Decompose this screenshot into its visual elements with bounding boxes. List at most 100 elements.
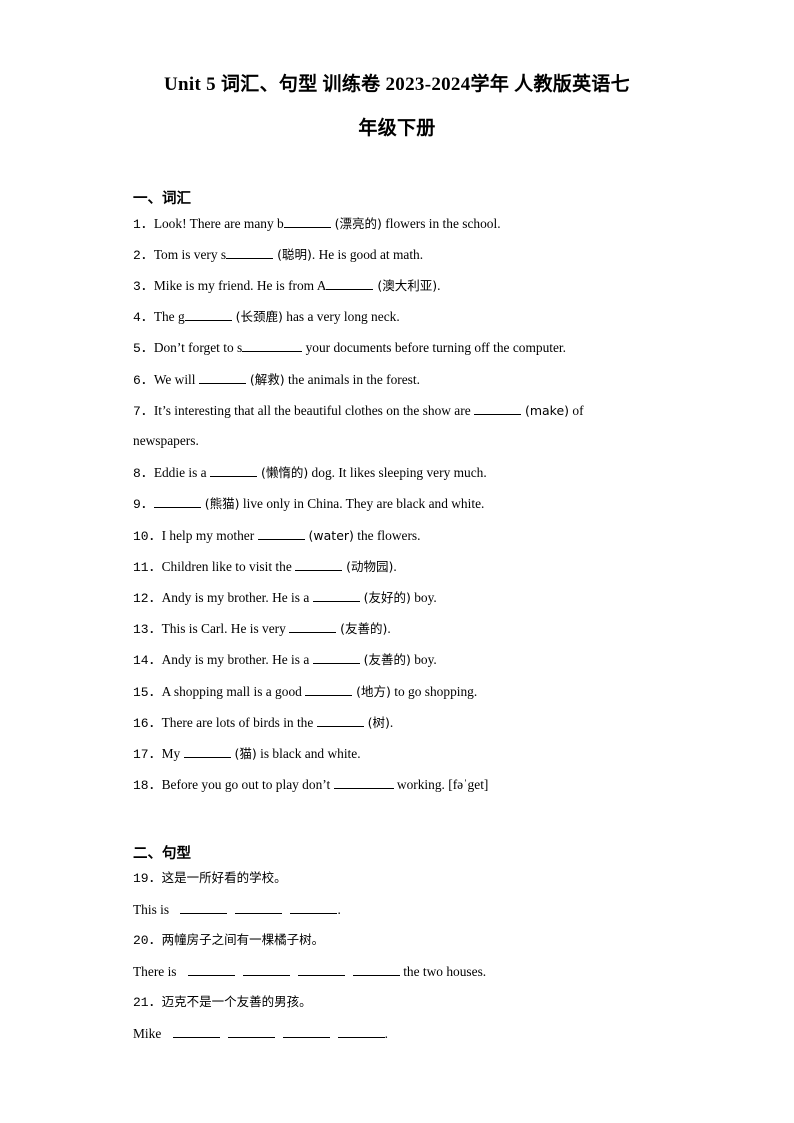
- answer-blank[interactable]: [352, 962, 400, 976]
- hint-text: (地方): [352, 684, 391, 699]
- hint-text: (动物园): [342, 559, 394, 574]
- question-item: 14．Andy is my brother. He is a (友善的) boy…: [133, 650, 437, 670]
- answer-blank[interactable]: [282, 1024, 330, 1038]
- chinese-prompt: 迈克不是一个友善的男孩。: [161, 994, 312, 1009]
- answer-blank[interactable]: [226, 245, 274, 259]
- question-text-after: your documents before turning off the co…: [302, 340, 566, 355]
- question-item: 12．Andy is my brother. He is a (友好的) boy…: [133, 588, 437, 608]
- hint-text: (漂亮的): [330, 216, 382, 231]
- question-number: 11．: [133, 560, 162, 575]
- question-text-before: Eddie is a: [153, 465, 210, 480]
- answer-blank[interactable]: [312, 588, 360, 602]
- answer-blank[interactable]: [242, 338, 303, 352]
- question-text-after: .: [389, 715, 394, 730]
- sentence-answer-line: Mike .: [133, 1024, 388, 1043]
- question-item: 15．A shopping mall is a good (地方) to go …: [133, 682, 477, 702]
- question-text-before: This is Carl. He is very: [161, 621, 290, 636]
- question-text-before: I help my mother: [161, 528, 258, 543]
- hint-text: (澳大利亚): [373, 278, 438, 293]
- hint-text: (懒惰的): [256, 465, 309, 480]
- question-number: 13．: [133, 622, 162, 637]
- sentence-answer-line: This is .: [133, 900, 341, 919]
- document-title-line-2: 年级下册: [358, 118, 436, 139]
- question-item: 4．The g (长颈鹿) has a very long neck.: [133, 307, 400, 327]
- question-text-after: .: [387, 621, 391, 636]
- answer-blank[interactable]: [187, 962, 235, 976]
- question-text-before: We will: [153, 372, 199, 387]
- answer-blank[interactable]: [473, 401, 521, 415]
- answer-blank[interactable]: [297, 962, 345, 976]
- question-text-after: has a very long neck.: [282, 309, 400, 324]
- question-text-after: of: [569, 403, 584, 418]
- question-text-before: It’s interesting that all the beautiful …: [153, 403, 474, 418]
- question-text-after: dog. It likes sleeping very much.: [308, 465, 487, 480]
- answer-lead-text: This is: [133, 902, 173, 917]
- hint-text: (make): [520, 403, 570, 418]
- question-text-after: is black and white.: [256, 746, 361, 761]
- hint-text: (water): [304, 528, 354, 543]
- question-text-before: Andy is my brother. He is a: [161, 652, 313, 667]
- question-number: 12．: [133, 591, 162, 606]
- answer-blank[interactable]: [257, 526, 305, 540]
- question-text-after: flowers in the school.: [381, 216, 501, 231]
- question-item: 5．Don’t forget to s your documents befor…: [133, 338, 566, 358]
- question-text-before: Tom is very s: [153, 247, 227, 262]
- answer-blank[interactable]: [153, 494, 201, 508]
- answer-blank[interactable]: [305, 682, 353, 696]
- question-number: 3．: [133, 279, 154, 294]
- answer-blank[interactable]: [180, 900, 228, 914]
- question-continuation: newspapers.: [133, 433, 199, 448]
- answer-blank[interactable]: [312, 650, 360, 664]
- question-text-before: Look! There are many b: [153, 216, 284, 231]
- question-text-before: There are lots of birds in the: [161, 715, 317, 730]
- question-text-after: .: [393, 559, 397, 574]
- section-heading-vocabulary: 一、词汇: [133, 191, 191, 207]
- answer-blank[interactable]: [198, 370, 246, 384]
- question-text-before: A shopping mall is a good: [161, 684, 306, 699]
- answer-blank[interactable]: [289, 619, 337, 633]
- question-number: 17．: [133, 747, 162, 762]
- answer-blank[interactable]: [283, 214, 331, 228]
- worksheet-page: Unit 5 词汇、句型 训练卷 2023-2024学年 人教版英语七 年级下册…: [0, 0, 794, 1123]
- question-text-before: My: [161, 746, 184, 761]
- question-number: 16．: [133, 716, 162, 731]
- document-title-line-1: Unit 5 词汇、句型 训练卷 2023-2024学年 人教版英语七: [164, 74, 630, 95]
- hint-text: (聪明): [273, 247, 312, 262]
- question-item: 17．My (猫) is black and white.: [133, 744, 361, 764]
- question-text-before: Don’t forget to s: [153, 340, 243, 355]
- hint-text: (解救): [245, 372, 285, 387]
- answer-blank[interactable]: [333, 775, 394, 789]
- question-number: 8．: [133, 466, 154, 481]
- answer-blank[interactable]: [235, 900, 283, 914]
- answer-blank[interactable]: [316, 713, 364, 727]
- question-item: 2．Tom is very s (聪明). He is good at math…: [133, 245, 423, 265]
- question-text-after: .: [437, 278, 441, 293]
- question-number: 14．: [133, 653, 162, 668]
- question-number: 21．: [133, 995, 162, 1010]
- answer-blank[interactable]: [184, 307, 232, 321]
- question-text-before: Children like to visit the: [161, 559, 296, 574]
- question-number: 20．: [133, 933, 162, 948]
- question-number: 4．: [133, 310, 154, 325]
- question-item: 11．Children like to visit the (动物园).: [133, 557, 397, 577]
- question-text-after: live only in China. They are black and w…: [239, 496, 485, 511]
- question-text-after: . He is good at math.: [311, 247, 424, 262]
- question-item: 10．I help my mother (water) the flowers.: [133, 526, 420, 546]
- answer-blank[interactable]: [242, 962, 290, 976]
- answer-blank[interactable]: [172, 1024, 220, 1038]
- section-heading-sentences: 二、句型: [133, 846, 191, 862]
- answer-blank[interactable]: [209, 463, 257, 477]
- answer-blank[interactable]: [290, 900, 338, 914]
- answer-blank[interactable]: [337, 1024, 385, 1038]
- answer-blank[interactable]: [326, 276, 374, 290]
- question-text-before: Before you go out to play don’t: [161, 777, 334, 792]
- question-item: 13．This is Carl. He is very (友善的).: [133, 619, 391, 639]
- question-text-after: boy.: [410, 652, 437, 667]
- answer-blank[interactable]: [227, 1024, 275, 1038]
- hint-text: (友好的): [359, 590, 411, 605]
- sentence-prompt: 21．迈克不是一个友善的男孩。: [133, 993, 312, 1012]
- sentence-prompt: 20．两幢房子之间有一棵橘子树。: [133, 931, 324, 950]
- answer-tail-text: .: [337, 902, 341, 917]
- answer-blank[interactable]: [183, 744, 231, 758]
- answer-blank[interactable]: [295, 557, 343, 571]
